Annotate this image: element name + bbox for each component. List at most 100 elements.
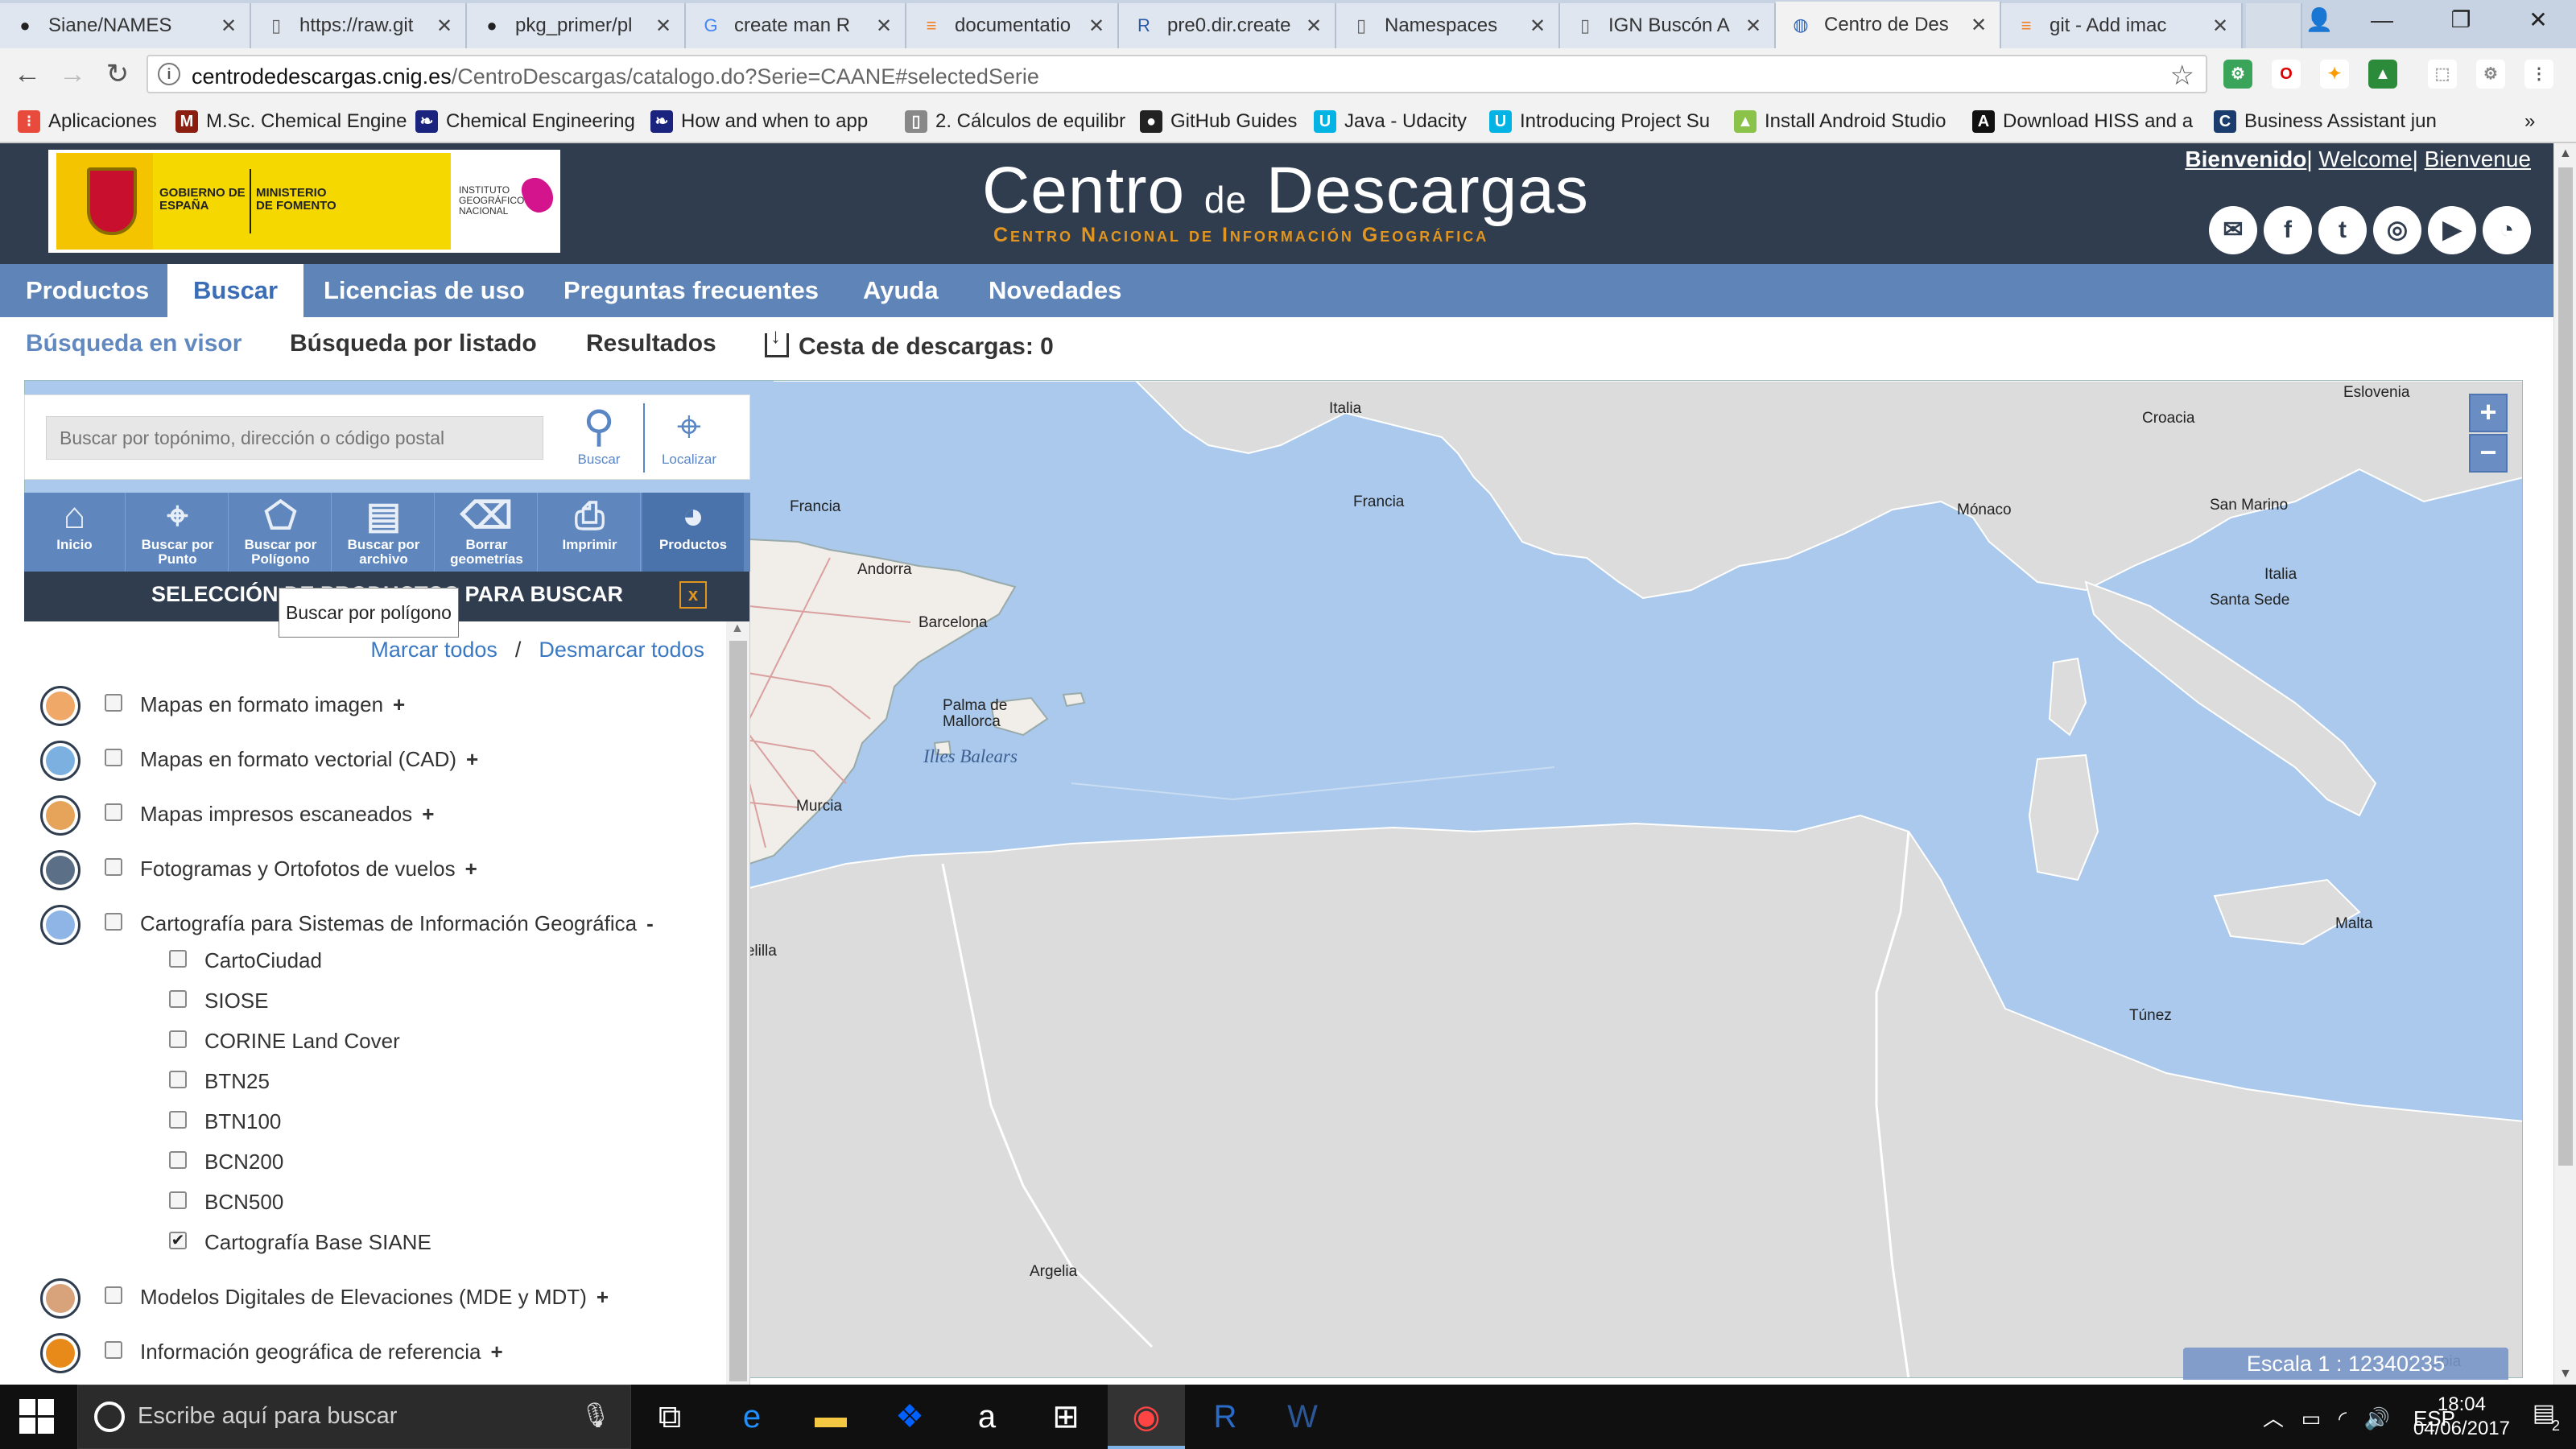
reload-icon[interactable]: ↻ [100, 56, 135, 92]
bookmark-item[interactable]: ▯ 2. Cálculos de equilibr [905, 108, 1125, 135]
tab-busqueda-visor[interactable]: Búsqueda en visor [26, 330, 242, 357]
close-tab-icon[interactable]: ✕ [873, 14, 895, 38]
zoom-out-button[interactable]: − [2469, 434, 2508, 473]
volume-icon[interactable]: 🔊 [2364, 1406, 2390, 1430]
rstudio-icon[interactable]: R [1204, 1396, 1246, 1438]
subitem-checkbox[interactable] [169, 1151, 187, 1169]
maximize-button[interactable]: ❐ [2425, 0, 2497, 42]
subitem-checkbox[interactable] [169, 1071, 187, 1088]
close-tab-icon[interactable]: ✕ [652, 14, 675, 38]
bookmark-item[interactable]: U Java - Udacity [1314, 108, 1467, 135]
bookmark-item[interactable]: C Business Assistant jun [2214, 108, 2437, 135]
subitem-label[interactable]: CartoCiudad [204, 948, 322, 973]
category-label[interactable]: Cartografía para Sistemas de Información… [140, 911, 654, 936]
facebook-icon[interactable]: f [2264, 206, 2312, 254]
category-checkbox[interactable] [105, 803, 122, 821]
browser-tab[interactable]: Gcreate man R ✕ [686, 3, 906, 48]
bookmark-item[interactable]: A Download HISS and a [1972, 108, 2193, 135]
url-text[interactable]: centrodedescargas.cnig.es/CentroDescarga… [192, 64, 1039, 89]
close-tab-icon[interactable]: ✕ [1085, 14, 1108, 38]
category-label[interactable]: Modelos Digitales de Elevaciones (MDE y … [140, 1285, 609, 1310]
user-profile-icon[interactable]: 👤 [2283, 0, 2355, 42]
category-checkbox[interactable] [105, 1286, 122, 1304]
category-label[interactable]: Mapas en formato imagen + [140, 692, 405, 717]
amazon-icon[interactable]: a [966, 1396, 1008, 1438]
close-tab-icon[interactable]: ✕ [433, 14, 456, 38]
instagram-icon[interactable]: ◎ [2373, 206, 2421, 254]
close-window-button[interactable]: ✕ [2502, 0, 2574, 42]
bookmark-item[interactable]: ⁝ Aplicaciones [18, 108, 157, 135]
subitem-label[interactable]: BTN100 [204, 1109, 281, 1134]
extension-orange-icon[interactable]: ✦ [2320, 60, 2349, 89]
menu-preguntas[interactable]: Preguntas frecuentes [538, 264, 844, 317]
expand-toggle[interactable]: - [646, 911, 654, 935]
chrome-menu-icon[interactable]: ⋮ [2524, 60, 2553, 89]
search-button[interactable]: ⚲ Buscar [563, 402, 635, 476]
expand-toggle[interactable]: + [490, 1340, 502, 1364]
locate-button[interactable]: ⌖ Localizar [653, 402, 725, 476]
menu-novedades[interactable]: Novedades [963, 264, 1147, 317]
bookmark-item[interactable]: ❧ How and when to app [650, 108, 868, 135]
store-icon[interactable]: ⊞ [1045, 1396, 1087, 1438]
browser-tab[interactable]: ≡ git - Add imac ✕ [2001, 3, 2243, 48]
category-checkbox[interactable] [105, 1341, 122, 1359]
tray-chevron-icon[interactable]: ︿ [2263, 1406, 2284, 1430]
address-bar[interactable]: i centrodedescargas.cnig.es/CentroDescar… [147, 55, 2207, 93]
extension-settings-icon[interactable]: ⚙ [2476, 60, 2505, 89]
close-tab-icon[interactable]: ✕ [1742, 14, 1765, 38]
dropbox-icon[interactable]: ❖ [889, 1396, 931, 1438]
edge-icon[interactable]: e [731, 1396, 773, 1438]
minimize-button[interactable]: — [2346, 0, 2418, 42]
expand-toggle[interactable]: + [466, 747, 478, 771]
expand-toggle[interactable]: + [597, 1285, 609, 1309]
menu-licencias[interactable]: Licencias de uso [298, 264, 551, 317]
home-tool[interactable]: ⌂ Inicio [24, 493, 126, 572]
close-tab-icon[interactable]: ✕ [1302, 14, 1325, 38]
download-cart-link[interactable]: Cesta de descargas: 0 [765, 324, 1054, 361]
subitem-checkbox[interactable] [169, 1111, 187, 1129]
expand-toggle[interactable]: + [422, 802, 434, 826]
erase-geometry-tool[interactable]: ⌫ Borrar geometrías [436, 493, 538, 572]
bookmark-item[interactable]: U Introducing Project Su [1489, 108, 1710, 135]
battery-icon[interactable]: ▭ [2301, 1406, 2322, 1430]
windows-start-icon[interactable] [19, 1399, 55, 1435]
microphone-icon[interactable]: 🎙 [580, 1402, 611, 1430]
task-view-icon[interactable]: ⧉ [649, 1396, 691, 1438]
twitter-icon[interactable]: t [2318, 206, 2367, 254]
word-icon[interactable]: W [1282, 1396, 1323, 1438]
file-explorer-icon[interactable]: ▬ [810, 1396, 852, 1438]
toponym-search-input[interactable] [46, 416, 543, 460]
subitem-checkbox[interactable] [169, 1191, 187, 1209]
close-tab-icon[interactable]: ✕ [2209, 14, 2231, 38]
rss-icon[interactable]: ◔ [2483, 206, 2531, 254]
menu-buscar[interactable]: Buscar [167, 264, 304, 317]
browser-tab[interactable]: ▯ https://raw.git ✕ [251, 3, 467, 48]
action-center-icon[interactable]: ▤ 2 [2526, 1399, 2562, 1435]
lang-fr-link[interactable]: Bienvenue [2425, 147, 2531, 171]
panel-scrollbar[interactable]: ▲ [726, 621, 749, 1386]
lang-es-link[interactable]: Bienvenido [2185, 147, 2306, 171]
wifi-icon[interactable]: ◜ [2339, 1406, 2347, 1430]
browser-tab[interactable]: Rpre0.dir.create ✕ [1119, 3, 1336, 48]
expand-toggle[interactable]: + [465, 857, 477, 881]
menu-productos[interactable]: Productos [0, 264, 175, 317]
subitem-checkbox[interactable] [169, 950, 187, 968]
forward-arrow-icon[interactable]: → [55, 56, 90, 92]
category-checkbox[interactable] [105, 858, 122, 876]
extension-green-icon[interactable]: ⚙ [2223, 60, 2252, 89]
tab-resultados[interactable]: Resultados [586, 330, 716, 357]
category-label[interactable]: Mapas en formato vectorial (CAD) + [140, 747, 478, 772]
government-logo[interactable]: GOBIERNO DE ESPAÑA MINISTERIO DE FOMENTO… [48, 150, 560, 253]
back-arrow-icon[interactable]: ← [10, 56, 45, 92]
expand-toggle[interactable]: + [393, 692, 405, 716]
bookmark-item[interactable]: ▲ Install Android Studio [1734, 108, 1946, 135]
clock[interactable]: 18:04 04/06/2017 [2413, 1393, 2510, 1441]
extension-grey-icon[interactable]: ⬚ [2428, 60, 2457, 89]
subitem-label[interactable]: SIOSE [204, 989, 268, 1013]
products-tool[interactable]: ◕ Productos [642, 493, 744, 572]
bookmark-star-icon[interactable]: ☆ [2170, 60, 2194, 92]
mark-all-link[interactable]: Marcar todos [370, 638, 497, 662]
polygon-search-tool[interactable]: ⬠ Buscar por Polígono [230, 493, 332, 572]
category-checkbox[interactable] [105, 913, 122, 931]
opera-icon[interactable]: O [2272, 60, 2301, 89]
